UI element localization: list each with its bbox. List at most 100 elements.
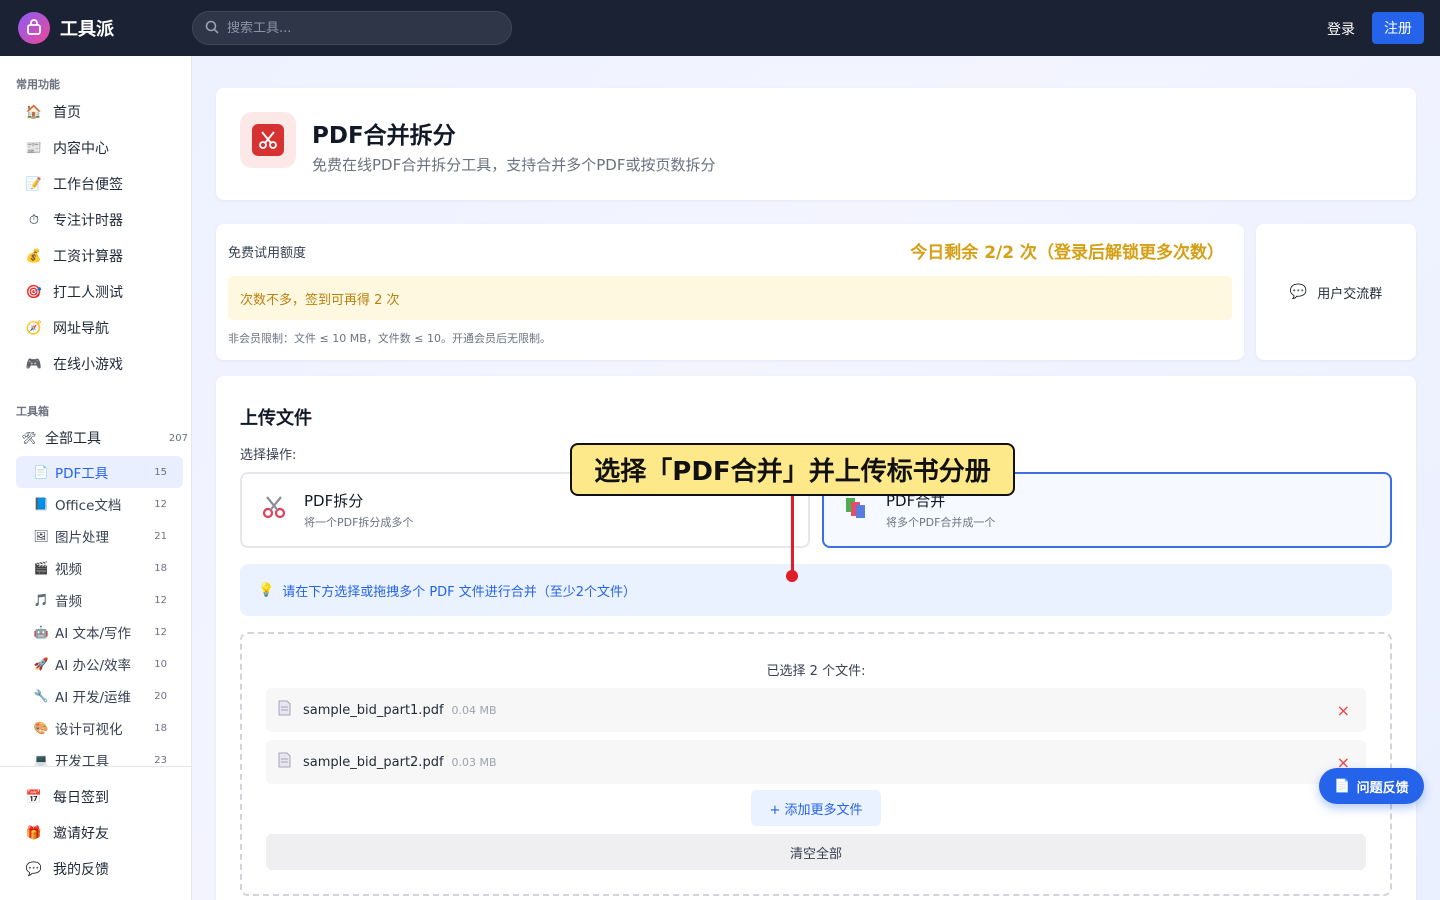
sidebar-item-image-tools[interactable]: 🖼 图片处理 21: [16, 520, 183, 552]
laptop-icon: 💻: [33, 753, 49, 767]
gift-icon: 🎁: [25, 825, 43, 841]
tool-count: 12: [154, 626, 167, 638]
feedback-button[interactable]: 📄 问题反馈: [1319, 768, 1424, 804]
memo-icon: 📝: [25, 176, 43, 192]
sidebar-item-ai-writing[interactable]: 🤖 AI 文本/写作 12: [16, 616, 183, 648]
sidebar-item-my-feedback[interactable]: 💬 我的反馈: [16, 853, 184, 885]
tool-count: 12: [154, 594, 167, 606]
tool-count: 18: [154, 562, 167, 574]
logo-icon: [18, 12, 50, 44]
sidebar-item-audio[interactable]: 🎵 音频 12: [16, 584, 183, 616]
sidebar-item-all-tools[interactable]: 🛠 全部工具 207: [16, 422, 188, 454]
sidebar-item-daily-checkin[interactable]: 📅 每日签到: [16, 781, 184, 813]
sidebar-item-url-nav[interactable]: 🧭 网址导航: [16, 312, 184, 344]
app-name: 工具派: [60, 19, 114, 40]
sidebar-item-focus-timer[interactable]: ⏱ 专注计时器: [16, 204, 184, 236]
sidebar-item-label: 邀请好友: [53, 826, 109, 842]
sidebar-item-video[interactable]: 🎬 视频 18: [16, 552, 183, 584]
merge-hint: 💡 请在下方选择或拖拽多个 PDF 文件进行合并（至少2个文件）: [240, 564, 1392, 616]
file-dropzone[interactable]: 已选择 2 个文件: sample_bid_part1.pdf 0.04 MB …: [240, 632, 1392, 896]
sidebar-item-label: Office文档: [55, 498, 122, 514]
sidebar-item-label: 网址导航: [53, 321, 109, 337]
remove-file-icon[interactable]: ×: [1337, 701, 1350, 720]
sidebar-item-label: AI 办公/效率: [55, 658, 132, 674]
palette-icon: 🎨: [33, 721, 49, 735]
selected-count: 已选择 2 个文件:: [766, 664, 866, 679]
sidebar-item-label: 每日签到: [53, 790, 109, 806]
file-row: sample_bid_part1.pdf 0.04 MB ×: [266, 688, 1366, 732]
sidebar-item-design-viz[interactable]: 🎨 设计可视化 18: [16, 712, 183, 744]
sidebar: 常用功能 🏠 首页 📰 内容中心 📝 工作台便签 ⏱ 专注计时器 💰 工资计算器 🎯 打工人…: [0, 56, 192, 900]
search-icon: [205, 19, 219, 38]
sidebar-item-label: AI 文本/写作: [55, 626, 132, 642]
sidebar-item-label: 全部工具: [45, 431, 101, 447]
sidebar-item-worker-test[interactable]: 🎯 打工人测试: [16, 276, 184, 308]
file-row: sample_bid_part2.pdf 0.03 MB ×: [266, 740, 1366, 784]
sidebar-item-home[interactable]: 🏠 首页: [16, 96, 184, 128]
clapper-icon: 🎬: [33, 561, 49, 575]
quota-card: 免费试用额度 今日剩余 2/2 次（登录后解锁更多次数） 次数不多，签到可再得 …: [216, 224, 1244, 360]
sidebar-item-content-center[interactable]: 📰 内容中心: [16, 132, 184, 164]
tool-count: 23: [154, 754, 167, 766]
gamepad-icon: 🎮: [25, 356, 43, 372]
tool-icon: [240, 112, 296, 168]
op-split-name: PDF拆分: [304, 492, 364, 510]
quota-remaining: 今日剩余 2/2 次（登录后解锁更多次数）: [910, 243, 1224, 263]
search-input[interactable]: [227, 20, 487, 36]
wrench-icon: 🔧: [33, 689, 49, 703]
feedback-label: 问题反馈: [1356, 780, 1409, 796]
lightbulb-icon: 💡: [258, 582, 275, 598]
register-button[interactable]: 注册: [1372, 12, 1424, 44]
annotation-callout: 选择「PDF合并」并上传标书分册: [570, 443, 1015, 496]
sidebar-toolbox-title: 工具箱: [16, 405, 49, 418]
tool-header-card: PDF合并拆分 免费在线PDF合并拆分工具，支持合并多个PDF或按页数拆分: [216, 88, 1416, 200]
file-icon: [278, 752, 291, 772]
sidebar-item-label: 工作台便签: [53, 177, 123, 193]
tool-count: 12: [154, 498, 167, 510]
community-group-link[interactable]: 💬 用户交流群: [1256, 224, 1416, 360]
pdf-doc-icon: 📄: [33, 465, 49, 479]
sidebar-item-office-docs[interactable]: 📘 Office文档 12: [16, 488, 183, 520]
community-label: 用户交流群: [1317, 286, 1383, 302]
sidebar-common-title: 常用功能: [16, 78, 60, 91]
page-subtitle: 免费在线PDF合并拆分工具，支持合并多个PDF或按页数拆分: [312, 156, 716, 174]
clear-all-button[interactable]: 清空全部: [266, 834, 1366, 870]
calendar-icon: 📅: [25, 789, 43, 805]
sidebar-item-pdf-tools[interactable]: 📄 PDF工具 15: [16, 456, 183, 488]
house-icon: 🏠: [25, 104, 43, 120]
newspaper-icon: 📰: [25, 140, 43, 156]
sidebar-item-notes[interactable]: 📝 工作台便签: [16, 168, 184, 200]
stopwatch-icon: ⏱: [28, 212, 40, 228]
picture-icon: 🖼: [33, 529, 49, 543]
tool-count: 18: [154, 722, 167, 734]
sidebar-item-invite-friends[interactable]: 🎁 邀请好友: [16, 817, 184, 849]
page-title: PDF合并拆分: [312, 123, 456, 149]
add-more-files-button[interactable]: + 添加更多文件: [751, 790, 881, 826]
op-merge-desc: 将多个PDF合并成一个: [886, 516, 996, 529]
sidebar-item-ai-office[interactable]: 🚀 AI 办公/效率 10: [16, 648, 183, 680]
scissors-icon: [260, 494, 288, 526]
quota-label: 免费试用额度: [228, 246, 307, 261]
sidebar-item-label: 在线小游戏: [53, 357, 123, 373]
tool-count: 21: [154, 530, 167, 542]
search-box[interactable]: [192, 11, 512, 45]
annotation-pointer-dot: [786, 570, 798, 582]
sidebar-item-label: 打工人测试: [53, 285, 123, 301]
file-name: sample_bid_part2.pdf: [303, 754, 444, 770]
operation-label: 选择操作:: [240, 448, 297, 463]
rocket-icon: 🚀: [33, 657, 49, 671]
sidebar-item-ai-devops[interactable]: 🔧 AI 开发/运维 20: [16, 680, 183, 712]
sidebar-item-mini-games[interactable]: 🎮 在线小游戏: [16, 348, 184, 380]
sidebar-item-salary-calc[interactable]: 💰 工资计算器: [16, 240, 184, 272]
file-size: 0.03 MB: [451, 755, 497, 769]
file-name: sample_bid_part1.pdf: [303, 702, 444, 718]
tool-count: 20: [154, 690, 167, 702]
login-link[interactable]: 登录: [1327, 19, 1355, 39]
sidebar-item-label: 设计可视化: [55, 722, 123, 738]
money-bag-icon: 💰: [25, 248, 43, 264]
tool-count: 10: [154, 658, 167, 670]
app-logo[interactable]: 工具派: [18, 12, 114, 44]
tool-count: 207: [168, 432, 188, 444]
tool-count: 15: [154, 466, 167, 478]
op-split-desc: 将一个PDF拆分成多个: [304, 516, 414, 529]
